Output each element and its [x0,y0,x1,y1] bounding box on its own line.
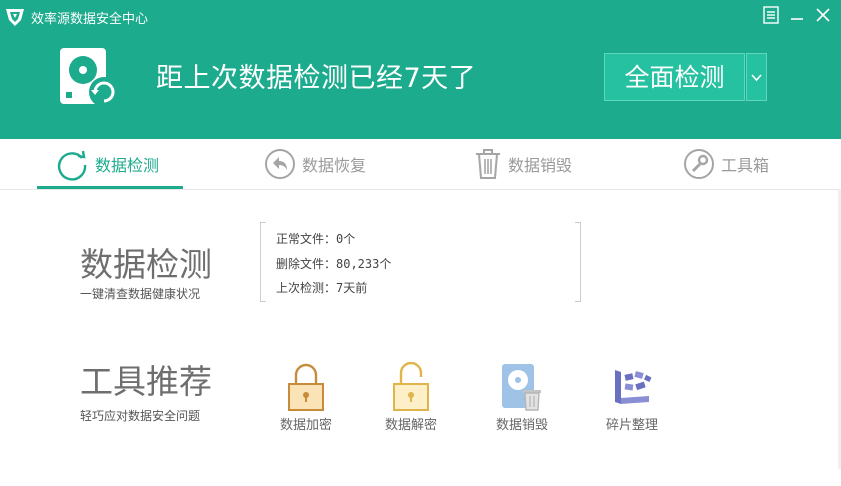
tab-label: 数据恢复 [302,156,367,175]
tool-label: 数据解密 [384,418,437,433]
wrench-icon [684,149,714,179]
window-title: 效率源数据安全中心 [31,12,149,27]
tool-data-encrypt[interactable]: 数据加密 [266,362,346,433]
trash-icon [476,149,500,179]
main-tabs: 数据检测 数据恢复 数据销毁 工具箱 [0,139,841,190]
chevron-down-icon [751,74,762,82]
tab-label: 工具箱 [721,156,770,175]
tab-label: 数据检测 [95,156,160,175]
detect-info-box: 正常文件：0个 删除文件：80,233个 上次检测：7天前 [260,222,581,302]
tab-label: 数据销毁 [508,156,573,175]
scan-options-dropdown[interactable] [746,53,767,101]
disk-refresh-icon [60,48,119,107]
tab-toolbox[interactable]: 工具箱 [683,139,769,189]
active-tab-indicator [37,186,183,189]
header-banner: 效率源数据安全中心 距上次数据检测已经7天了 全面检测 [0,0,841,139]
last-scan-time: 上次检测：7天前 [276,281,368,295]
tab-data-detect[interactable]: 数据检测 [55,139,159,189]
app-logo-icon [6,9,24,26]
tool-data-decrypt[interactable]: 数据解密 [371,362,451,433]
hero-message: 距上次数据检测已经7天了 [156,63,477,94]
tools-section-title: 工具推荐 [80,362,212,401]
tool-label: 数据加密 [279,418,332,433]
title-bar: 效率源数据安全中心 [0,0,841,34]
tools-section-subtitle: 轻巧应对数据安全问题 [80,409,201,423]
refresh-circle-icon [57,150,87,181]
full-scan-button[interactable]: 全面检测 [604,53,745,101]
tool-label: 碎片整理 [605,418,658,433]
detect-section-title: 数据检测 [80,245,212,284]
lock-icon [288,363,324,411]
tab-data-destroy[interactable]: 数据销毁 [474,139,572,189]
tab-data-recovery[interactable]: 数据恢复 [264,139,366,189]
tool-defragment[interactable]: 碎片整理 [592,362,672,433]
minimize-icon[interactable] [787,5,807,25]
tool-data-destroy[interactable]: 数据销毁 [482,362,562,433]
detect-section-subtitle: 一键清查数据健康状况 [80,287,201,301]
close-icon[interactable] [813,5,833,25]
deleted-files-count: 删除文件：80,233个 [276,257,392,271]
back-arrow-icon [265,149,295,179]
tool-label: 数据销毁 [495,418,548,433]
unlock-icon [393,362,429,411]
disk-trash-icon [502,364,541,411]
defrag-icon [615,370,652,404]
normal-files-count: 正常文件：0个 [276,232,356,246]
menu-icon[interactable] [761,5,781,25]
